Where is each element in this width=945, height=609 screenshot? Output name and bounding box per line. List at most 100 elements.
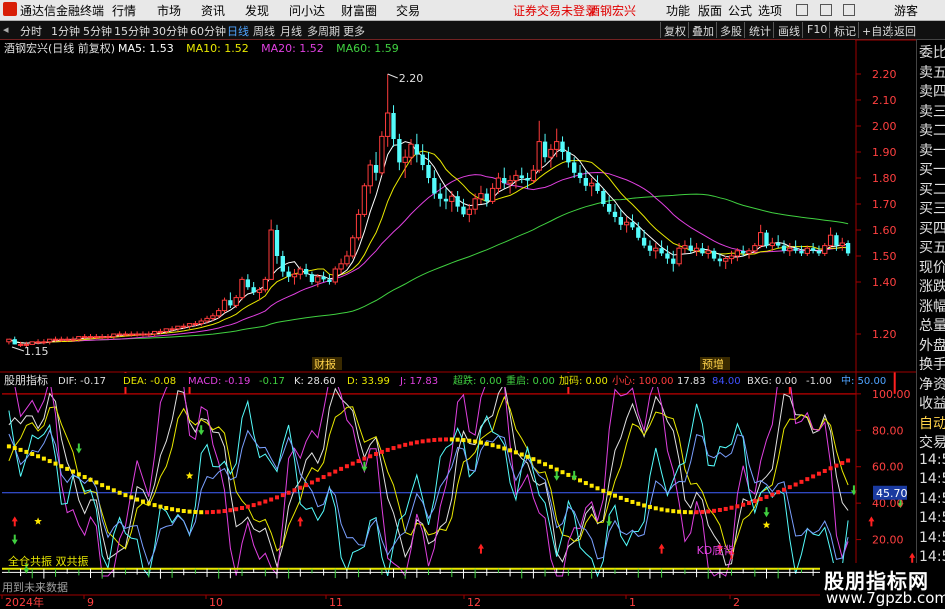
trend-dot bbox=[478, 440, 483, 445]
buy-arrow-icon bbox=[11, 516, 18, 527]
trend-dot bbox=[245, 504, 250, 509]
candle-body bbox=[303, 269, 309, 275]
candle-body bbox=[525, 178, 530, 181]
indicator-legend-1: DEA: -0.08 bbox=[123, 376, 176, 387]
candle-body bbox=[379, 135, 385, 174]
sell-arrow-icon bbox=[198, 425, 205, 436]
candle-body bbox=[682, 245, 688, 249]
trend-dot bbox=[682, 510, 687, 515]
date-tick-label: 2024年 bbox=[5, 595, 44, 609]
trend-dot bbox=[443, 437, 448, 442]
trend-dot bbox=[240, 506, 245, 511]
trend-dot bbox=[315, 477, 320, 482]
trend-dot bbox=[94, 480, 99, 485]
trend-dot bbox=[717, 507, 722, 512]
trend-dot bbox=[30, 452, 35, 457]
candle-body bbox=[221, 299, 228, 312]
candle-body bbox=[426, 165, 431, 178]
candle-body bbox=[601, 191, 606, 204]
candle-body bbox=[711, 250, 717, 259]
buy-arrow-icon bbox=[909, 552, 916, 563]
trend-dot bbox=[665, 508, 670, 513]
candle-body bbox=[495, 177, 502, 189]
trend-dot bbox=[467, 438, 472, 443]
indicator-legend-8: 重启: 0.00 bbox=[506, 374, 555, 387]
candle-body bbox=[432, 178, 437, 194]
candle-body bbox=[64, 338, 70, 341]
candle-body bbox=[105, 336, 111, 339]
candle-body bbox=[845, 243, 851, 254]
indicator-legend-12: 84.00 bbox=[712, 376, 741, 387]
trend-dot bbox=[158, 504, 163, 509]
candle-body bbox=[566, 152, 571, 163]
trend-dot bbox=[764, 494, 769, 499]
trend-dot bbox=[712, 508, 717, 513]
trend-dot bbox=[484, 441, 489, 446]
trend-dot bbox=[519, 452, 524, 457]
candle-body bbox=[338, 263, 344, 270]
indicator-legend-9: 加码: 0.00 bbox=[559, 375, 608, 387]
candle-body bbox=[746, 250, 752, 254]
candle-body bbox=[636, 227, 641, 238]
candle-body bbox=[484, 193, 489, 202]
indicator-legend-0: DIF: -0.17 bbox=[58, 376, 106, 387]
trend-dot bbox=[409, 441, 414, 446]
buy-arrow-icon bbox=[868, 516, 875, 527]
trend-dot bbox=[327, 472, 332, 477]
star-icon bbox=[762, 521, 771, 529]
trend-dot bbox=[595, 486, 600, 491]
trend-dot bbox=[834, 463, 839, 468]
candle-body bbox=[251, 287, 256, 293]
low-price-label: 1.15 bbox=[24, 345, 49, 358]
trend-dot bbox=[566, 472, 571, 477]
trend-dot bbox=[280, 493, 285, 498]
trend-dot bbox=[135, 497, 140, 502]
candle-body bbox=[641, 237, 647, 246]
price-tick-label: 2.10 bbox=[872, 94, 897, 107]
trend-dot bbox=[747, 500, 752, 505]
candle-body bbox=[297, 268, 303, 275]
trend-dot bbox=[490, 443, 495, 448]
candle-body bbox=[455, 196, 460, 207]
candle-body bbox=[140, 333, 146, 336]
trend-dot bbox=[12, 446, 17, 451]
trend-dot bbox=[350, 461, 355, 466]
candle-body bbox=[671, 258, 676, 264]
trend-dot bbox=[403, 442, 408, 447]
candle-body bbox=[47, 338, 53, 343]
indicator-legend-10: 小心: 100.00 bbox=[612, 375, 674, 387]
ma60Line bbox=[8, 193, 849, 344]
candle-body bbox=[6, 338, 12, 343]
candle-body bbox=[822, 245, 828, 254]
indicator-legend-13: BXG: 0.00 bbox=[747, 376, 797, 387]
trend-dot bbox=[630, 499, 635, 504]
watermark-url: www.7gpzb.com bbox=[826, 589, 945, 607]
candle-body bbox=[536, 141, 542, 171]
candle-body bbox=[775, 243, 781, 246]
kd-divergence-label: KD底背 bbox=[697, 543, 735, 557]
candle-body bbox=[816, 250, 822, 254]
earnings-marker: 财报 bbox=[314, 357, 336, 371]
candle-body bbox=[367, 164, 373, 187]
candle-body bbox=[734, 250, 741, 257]
sell-arrow-icon bbox=[75, 443, 82, 454]
candle-body bbox=[793, 248, 798, 251]
indicator-legend-14: -1.00 bbox=[806, 376, 832, 387]
trend-dot bbox=[729, 505, 734, 510]
trend-dot bbox=[781, 487, 786, 492]
price-tick-label: 1.20 bbox=[872, 328, 897, 341]
candle-body bbox=[589, 182, 595, 187]
trend-dot bbox=[228, 508, 233, 513]
candle-body bbox=[350, 237, 356, 257]
price-tick-label: 1.60 bbox=[872, 224, 897, 237]
trend-dot bbox=[53, 461, 58, 466]
trend-dot bbox=[71, 469, 76, 474]
candle-body bbox=[688, 245, 693, 251]
trend-dot bbox=[298, 485, 303, 490]
star-icon bbox=[185, 471, 194, 480]
indicator-legend-6: J: 17.83 bbox=[399, 376, 438, 387]
trend-dot bbox=[694, 510, 699, 515]
candle-body bbox=[228, 300, 233, 306]
date-tick-label: 1 bbox=[629, 596, 636, 609]
trend-dot bbox=[199, 510, 204, 515]
